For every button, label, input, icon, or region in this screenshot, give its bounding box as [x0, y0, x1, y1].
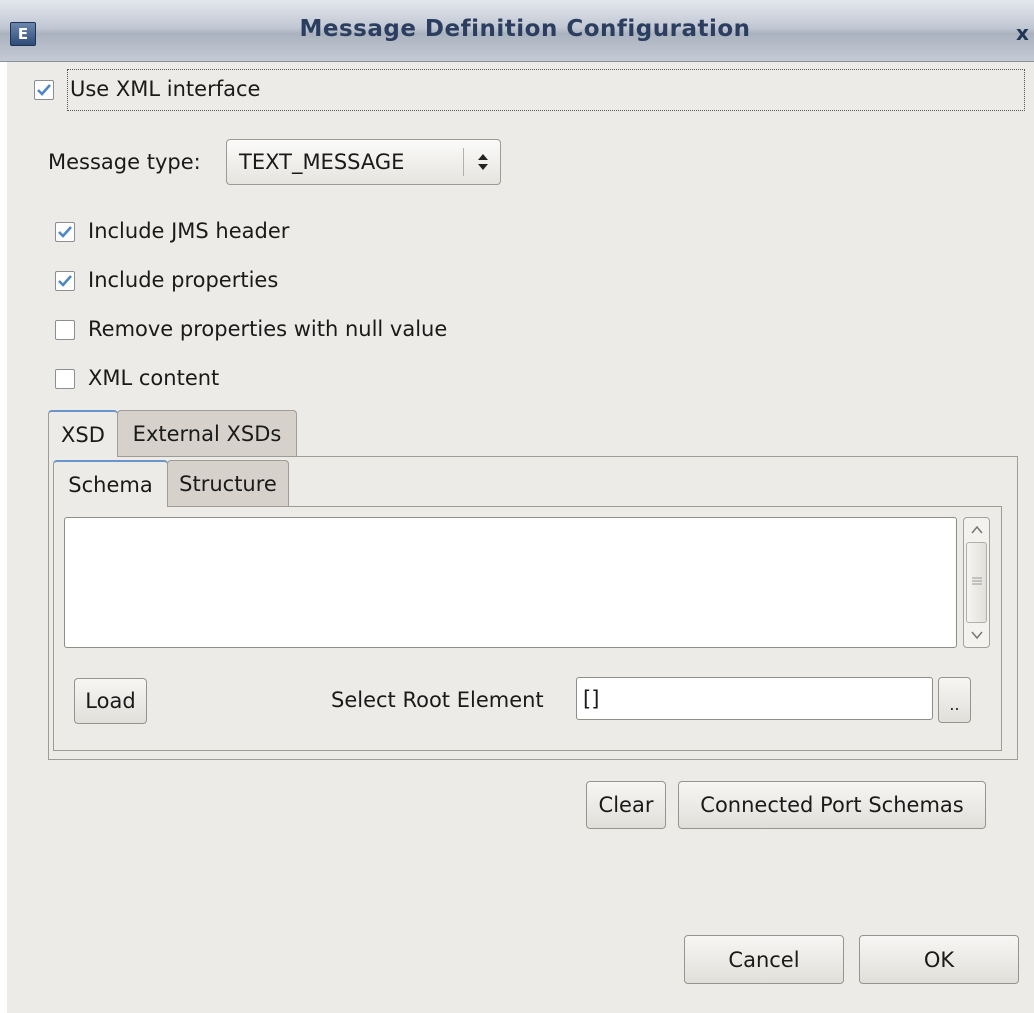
tab-xsd[interactable]: XSD — [48, 410, 118, 457]
root-element-value: [] — [583, 686, 600, 711]
message-type-label: Message type: — [48, 150, 201, 174]
combo-separator — [463, 148, 464, 176]
vertical-scrollbar[interactable] — [963, 517, 990, 648]
xml-content-label: XML content — [88, 366, 220, 390]
window-title: Message Definition Configuration — [299, 16, 751, 42]
include-jms-header-checkbox[interactable] — [55, 222, 75, 242]
message-type-select[interactable]: TEXT_MESSAGE — [226, 139, 501, 185]
up-down-arrows-icon — [471, 148, 495, 176]
scroll-up-icon[interactable] — [966, 520, 987, 540]
checkmark-icon — [37, 84, 51, 96]
select-root-element-label: Select Root Element — [331, 688, 544, 712]
connected-port-schemas-button[interactable]: Connected Port Schemas — [678, 781, 986, 829]
include-jms-header-label: Include JMS header — [88, 219, 290, 243]
xml-content-checkbox[interactable] — [55, 369, 75, 389]
tab-structure[interactable]: Structure — [167, 460, 289, 506]
close-button[interactable]: x — [1014, 20, 1034, 46]
load-button[interactable]: Load — [74, 678, 147, 724]
scrollbar-thumb[interactable] — [966, 542, 987, 623]
remove-null-properties-checkbox[interactable] — [55, 320, 75, 340]
tab-external-xsds[interactable]: External XSDs — [117, 410, 297, 456]
title-bar[interactable]: E Message Definition Configuration x — [0, 0, 1034, 62]
schema-text-area[interactable] — [64, 517, 957, 648]
message-type-value: TEXT_MESSAGE — [239, 150, 405, 174]
checkmark-icon — [58, 226, 72, 238]
checkmark-icon — [58, 275, 72, 287]
use-xml-checkbox[interactable] — [34, 80, 54, 100]
scroll-down-icon[interactable] — [966, 625, 987, 645]
include-properties-checkbox[interactable] — [55, 271, 75, 291]
focus-indicator — [67, 69, 1025, 111]
clear-button[interactable]: Clear — [586, 781, 666, 829]
grip-icon — [972, 577, 982, 585]
include-properties-label: Include properties — [88, 268, 279, 292]
browse-root-element-button[interactable]: .. — [938, 677, 971, 723]
cancel-button[interactable]: Cancel — [684, 935, 844, 984]
remove-null-properties-label: Remove properties with null value — [88, 317, 448, 341]
root-element-field[interactable]: [] — [576, 677, 933, 720]
ok-button[interactable]: OK — [859, 935, 1019, 984]
tab-schema[interactable]: Schema — [53, 460, 168, 507]
